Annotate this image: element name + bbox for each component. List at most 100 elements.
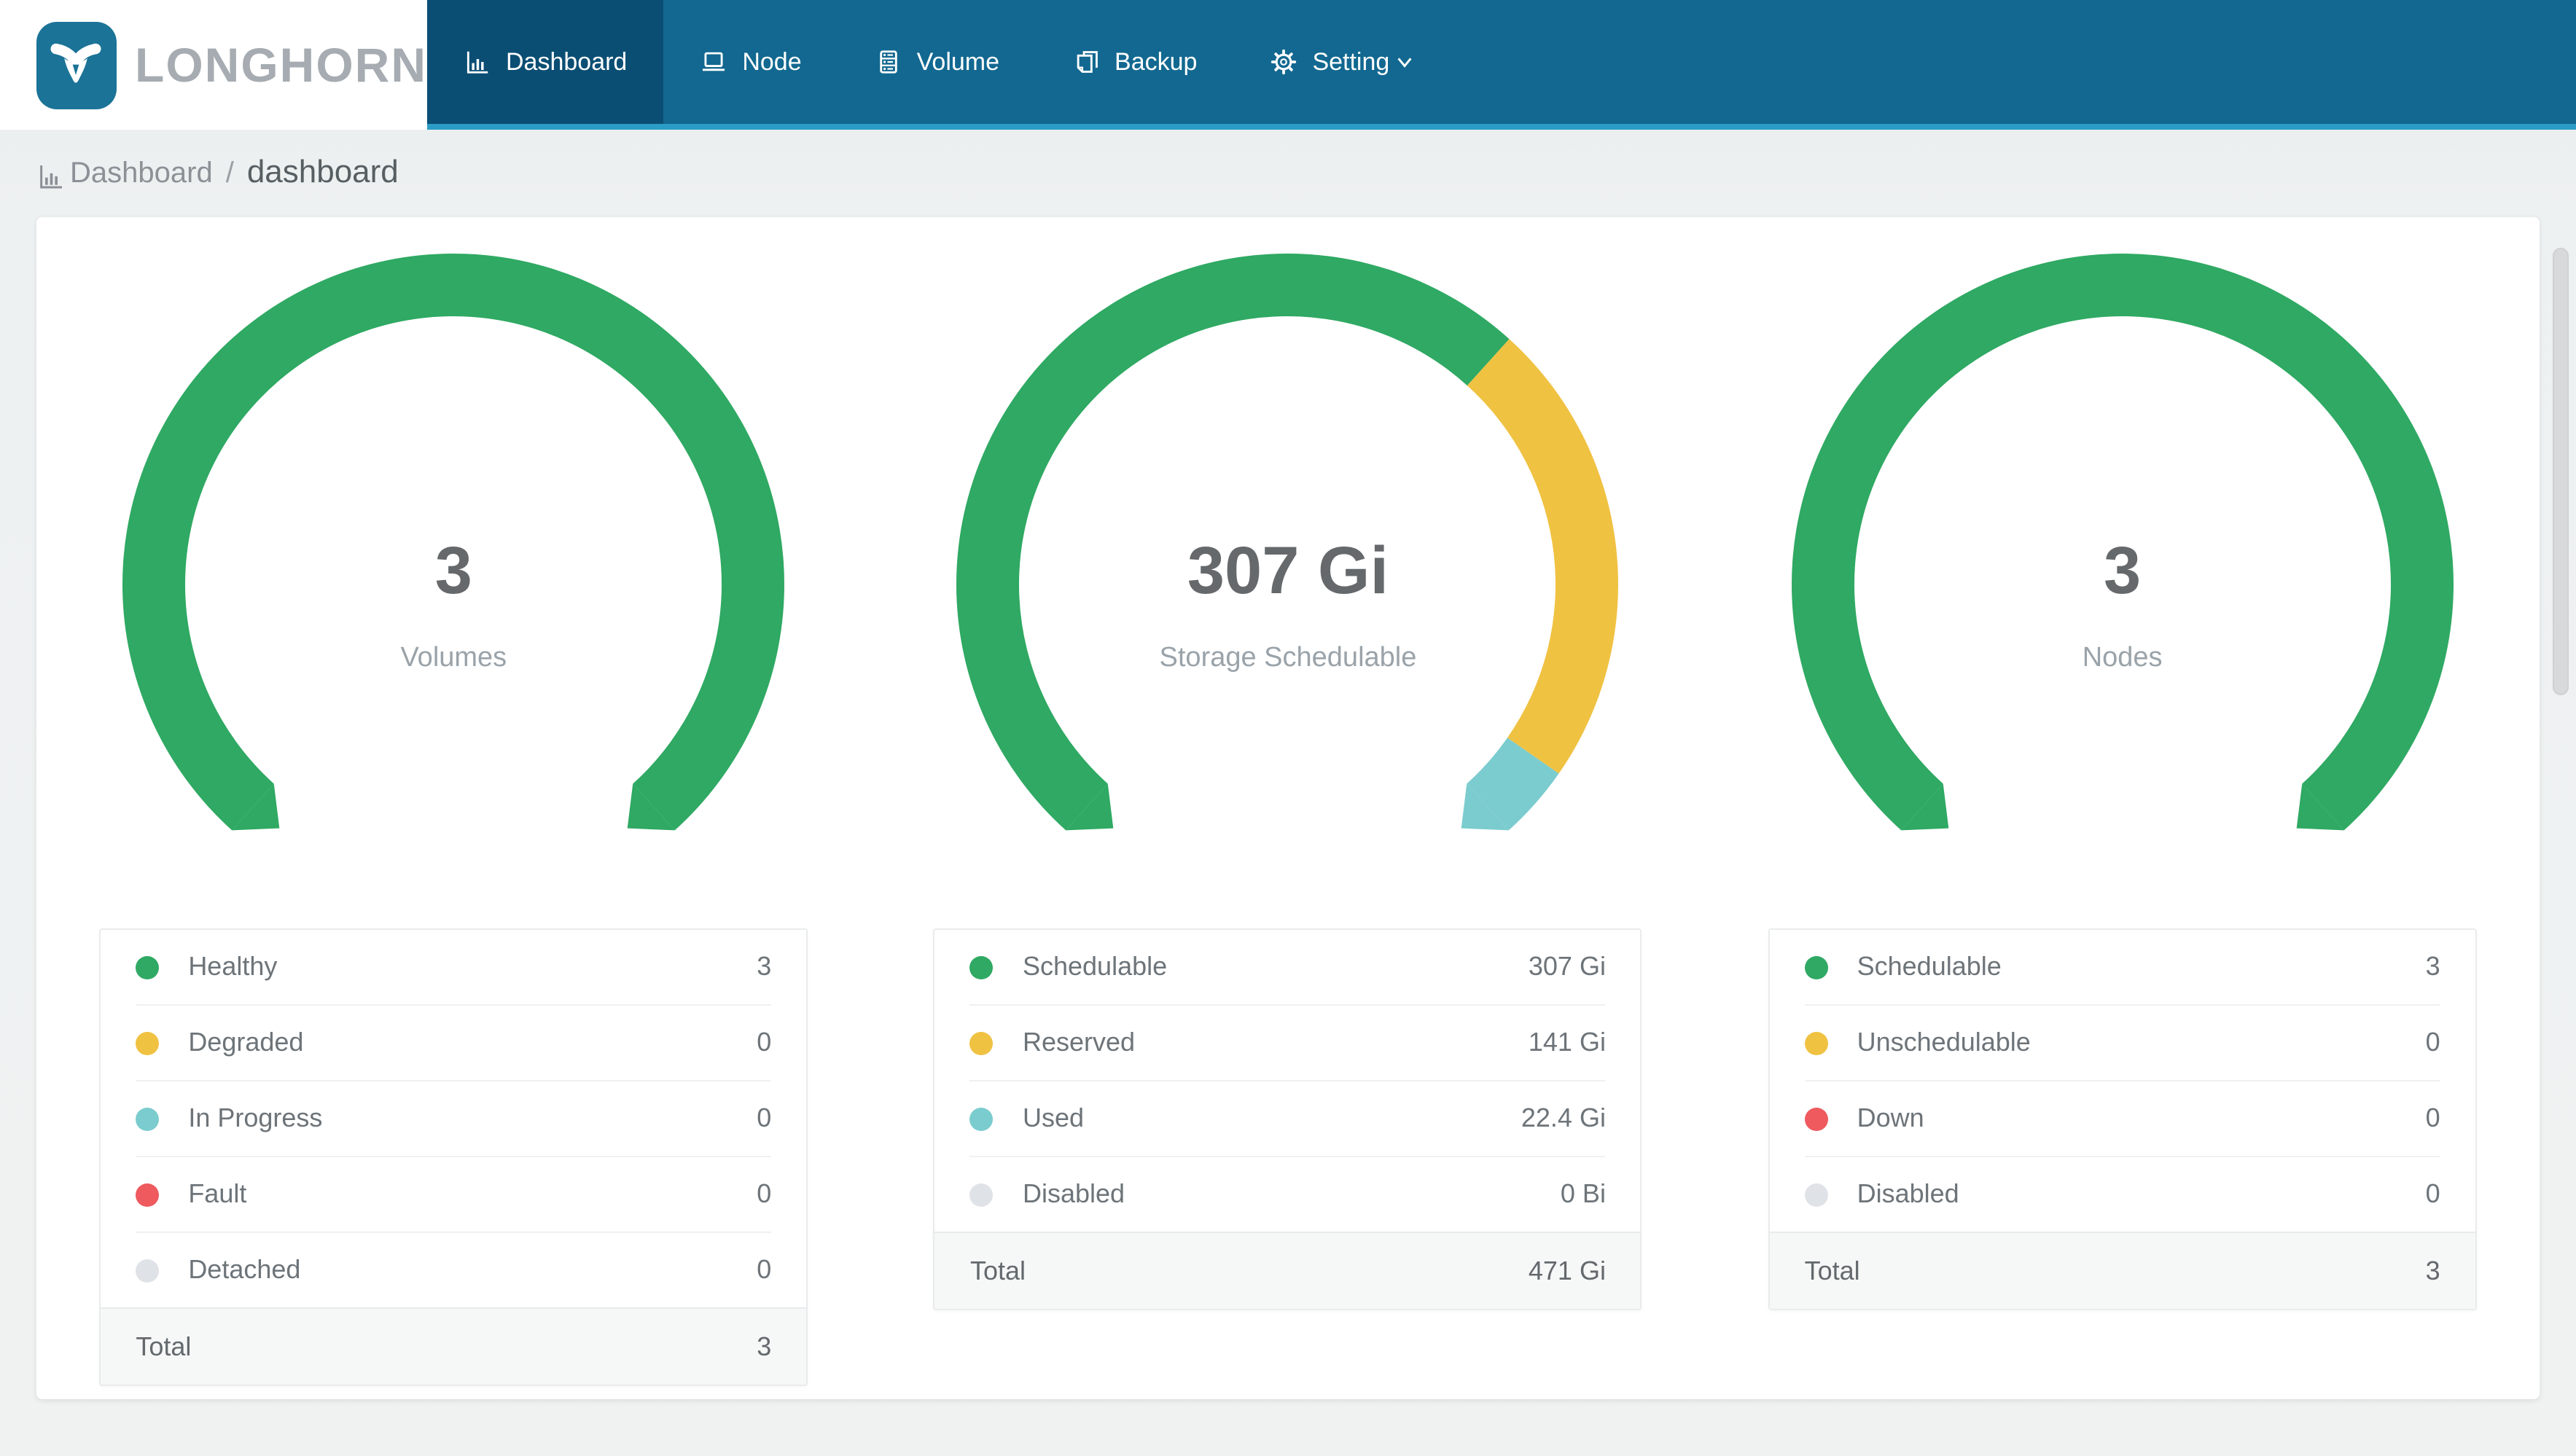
legend-label: Schedulable: [1022, 952, 1168, 981]
total-label: Total: [969, 1256, 1026, 1285]
nodes-chart-column: 3 Nodes Schedulable 3 Unschedulable 0 Down 0 D…: [1705, 217, 2540, 1399]
nav-tab-dashboard[interactable]: Dashboard: [427, 0, 664, 124]
nodes-total-row: Total 3: [1769, 1232, 2475, 1309]
legend-row: Schedulable 307 Gi: [969, 930, 1606, 1006]
legend-color-dot: [136, 1107, 160, 1130]
legend-label: Disabled: [1022, 1179, 1125, 1208]
nav-tab-setting[interactable]: Setting: [1233, 0, 1451, 124]
legend-value: 0 Bi: [1560, 1179, 1606, 1208]
longhorn-dashboard-page: LONGHORN Dashboard Node Volume Backup Se…: [0, 0, 2576, 1456]
legend-row: Degraded 0: [136, 1006, 772, 1081]
legend-label: Unschedulable: [1857, 1028, 2031, 1057]
legend-label: Healthy: [188, 952, 278, 981]
bar-chart-icon: [40, 165, 62, 189]
total-value: 3: [2425, 1256, 2440, 1285]
legend-value: 141 Gi: [1528, 1028, 1606, 1057]
breadcrumb-current: dashboard: [246, 153, 399, 189]
legend-value: 0: [757, 1255, 772, 1284]
bull-icon: [51, 42, 101, 82]
legend-label: Used: [1022, 1103, 1085, 1132]
volumes-total-row: Total 3: [101, 1307, 807, 1385]
legend-color-dot: [969, 955, 994, 979]
legend-color-dot: [136, 1183, 160, 1206]
legend-color-dot: [136, 1031, 160, 1054]
breadcrumb-root-link[interactable]: Dashboard: [70, 157, 213, 191]
legend-value: 3: [757, 952, 772, 981]
laptop-icon: [703, 52, 725, 71]
legend-label: Detached: [188, 1255, 301, 1284]
storage-chart-column: 307 Gi Storage Schedulable Schedulable 30…: [871, 217, 1706, 1399]
legend-row: Schedulable 3: [1804, 930, 2440, 1006]
nodes-legend-table: Schedulable 3 Unschedulable 0 Down 0 Disabled 0…: [1768, 928, 2477, 1310]
nodes-legend-list: Schedulable 3 Unschedulable 0 Down 0 Disabled 0: [1770, 930, 2475, 1232]
legend-value: 0: [757, 1028, 772, 1057]
top-nav: LONGHORN Dashboard Node Volume Backup Se…: [0, 0, 2576, 130]
nodes-gauge-arc: [1791, 253, 2454, 831]
legend-label: Reserved: [1022, 1028, 1136, 1057]
logo-area[interactable]: LONGHORN: [0, 0, 427, 130]
total-label: Total: [136, 1331, 192, 1361]
legend-row: Disabled 0 Bi: [969, 1157, 1606, 1232]
dashboard-card: 3 Volumes Healthy 3 Degraded 0 In Progress 0 F…: [36, 217, 2540, 1399]
copy-pages-icon: [1076, 51, 1097, 73]
nav-tab-label: Dashboard: [506, 47, 628, 75]
nav-tab-node[interactable]: Node: [663, 0, 838, 124]
nav-tab-backup[interactable]: Backup: [1036, 0, 1233, 124]
legend-value: 0: [2425, 1179, 2440, 1208]
legend-color-dot: [1804, 1031, 1828, 1054]
legend-value: 0: [2425, 1028, 2440, 1057]
legend-value: 0: [2425, 1103, 2440, 1132]
breadcrumb: Dashboard / dashboard: [0, 130, 2576, 200]
nav-tab-label: Backup: [1115, 47, 1198, 75]
legend-label: In Progress: [188, 1103, 323, 1132]
legend-value: 0: [757, 1103, 772, 1132]
nav-tab-label: Volume: [916, 47, 1000, 75]
volumes-gauge-arc: [122, 253, 785, 831]
legend-row: Healthy 3: [136, 930, 772, 1006]
page-scrollbar-thumb[interactable]: [2553, 248, 2569, 695]
nav-accent-strip: [427, 124, 2576, 130]
storage-legend-table: Schedulable 307 Gi Reserved 141 Gi Used 22.4 …: [933, 928, 1642, 1310]
legend-value: 22.4 Gi: [1521, 1103, 1606, 1132]
legend-row: Used 22.4 Gi: [969, 1081, 1606, 1157]
storage-total-row: Total 471 Gi: [934, 1232, 1641, 1309]
legend-row: Fault 0: [136, 1157, 772, 1233]
total-label: Total: [1804, 1256, 1860, 1285]
total-value: 471 Gi: [1528, 1256, 1606, 1285]
legend-row: In Progress 0: [136, 1081, 772, 1157]
nav-tabs: Dashboard Node Volume Backup Setting: [427, 0, 1451, 124]
nav-tab-volume[interactable]: Volume: [838, 0, 1036, 124]
legend-label: Disabled: [1857, 1179, 1959, 1208]
legend-row: Unschedulable 0: [1804, 1006, 2440, 1081]
legend-color-dot: [1804, 1183, 1828, 1206]
volumes-legend-table: Healthy 3 Degraded 0 In Progress 0 Fault 0 Detac…: [99, 928, 808, 1386]
legend-row: Down 0: [1804, 1081, 2440, 1157]
legend-row: Reserved 141 Gi: [969, 1006, 1606, 1081]
legend-label: Schedulable: [1857, 952, 2002, 981]
legend-color-dot: [969, 1031, 994, 1054]
longhorn-logo-badge: [36, 21, 116, 109]
volumes-legend-list: Healthy 3 Degraded 0 In Progress 0 Fault 0 Detac…: [101, 930, 806, 1307]
legend-color-dot: [136, 955, 160, 979]
legend-color-dot: [136, 1259, 160, 1282]
breadcrumb-separator: /: [225, 157, 234, 189]
legend-label: Down: [1857, 1103, 1924, 1132]
legend-color-dot: [969, 1107, 994, 1130]
chevron-down-icon: [1397, 58, 1412, 68]
nav-tab-label: Setting: [1312, 47, 1390, 75]
server-stack-icon: [879, 50, 897, 74]
legend-value: 0: [757, 1179, 772, 1208]
nodes-gauge: 3 Nodes: [1787, 249, 2458, 920]
legend-row: Detached 0: [136, 1233, 771, 1307]
legend-label: Fault: [188, 1179, 247, 1208]
legend-value: 3: [2425, 952, 2440, 981]
storage-gauge: 307 Gi Storage Schedulable: [953, 249, 1623, 920]
volumes-chart-column: 3 Volumes Healthy 3 Degraded 0 In Progress 0 F…: [36, 217, 871, 1399]
gear-icon: [1271, 49, 1297, 75]
storage-gauge-arc: [956, 253, 1619, 831]
storage-legend-list: Schedulable 307 Gi Reserved 141 Gi Used 22.4 …: [935, 930, 1641, 1232]
total-value: 3: [757, 1331, 772, 1361]
volumes-gauge: 3 Volumes: [118, 249, 789, 920]
legend-color-dot: [969, 1183, 994, 1206]
legend-row: Disabled 0: [1804, 1157, 2440, 1232]
